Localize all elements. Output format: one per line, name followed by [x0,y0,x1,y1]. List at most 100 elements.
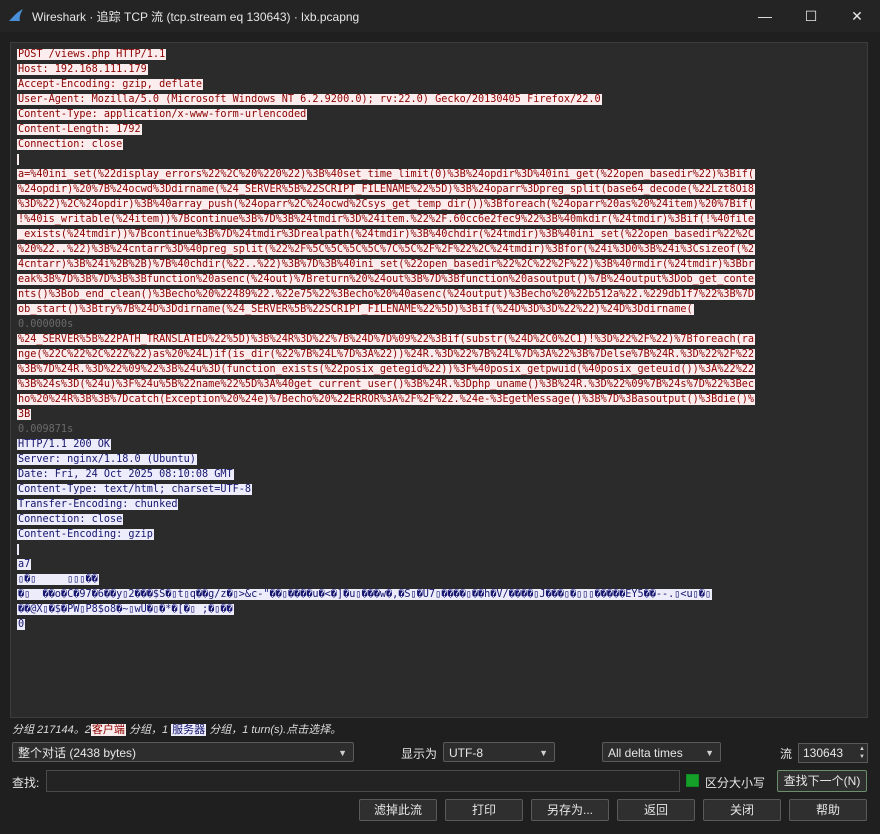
server-line: 0 [17,617,863,632]
client-line: %24_SERVER%5B%22PATH_TRANSLATED%22%5D)%3… [17,332,863,347]
client-line: Host: 192.168.111.179 [17,62,863,77]
client-line: nge(%22C%22%2C%22Z%22)as%20%24L)if(is_di… [17,347,863,362]
back-button[interactable]: 返回 [617,799,695,821]
case-sensitive-label: 区分大小写 [705,776,766,790]
chevron-down-icon: ▼ [539,748,548,758]
line-text: 0 [17,619,26,630]
line-text: Accept-Encoding: gzip, deflate [17,79,204,90]
show-as-label: 显示为 [401,747,438,761]
client-line: 4cntarr)%3B%24i%2B%2B)%7B%40chdir(%22..%… [17,257,863,272]
line-text: Content-Type: text/html; charset=UTF-8 [17,484,253,495]
print-button[interactable]: 打印 [445,799,523,821]
line-text: ob_start()%3Btry%7B%24D%3Ddirname(%24_SE… [17,304,694,315]
line-text: User-Agent: Mozilla/5.0 (Microsoft Windo… [17,94,602,105]
line-text: Content-Encoding: gzip [17,529,154,540]
chevron-down-icon: ▼ [705,748,714,758]
close-icon: ✕ [851,8,863,24]
filter-out-button[interactable]: 滤掉此流 [359,799,437,821]
line-text: %3B%7D%24R.%3D%22%09%22%3B%24u%3D(functi… [17,364,756,375]
line-text: ��@X▯�$�PW▯P8$o8�~▯wU�▯�*�[�▯ ;�▯�� [17,604,234,615]
client-line: ob_start()%3Btry%7B%24D%3Ddirname(%24_SE… [17,302,863,317]
client-line: eak%3B%7D%3B%7D%3B%3Bfunction%20asenc(%2… [17,272,863,287]
line-text: %3D%22)%2C%24opdir)%3B%40array_push(%24o… [17,199,756,210]
line-text: %24_SERVER%5B%22PATH_TRANSLATED%22%5D)%3… [17,334,756,345]
line-text: Content-Type: application/x-www-form-url… [17,109,308,120]
line-text: Host: 192.168.111.179 [17,64,148,75]
spin-up-icon[interactable]: ▲ [859,745,865,753]
client-line: %3B%24s%3D(%24u)%3F%24u%5B%22name%22%5D%… [17,377,863,392]
timestamp-line: 0.000000s [17,317,863,332]
line-text: �▯ ��o�C�97�6��y▯2���$S�▯t▯q��g/z�▯>&c-"… [17,589,713,600]
line-text: Connection: close [17,514,124,525]
client-packets-badge: 客户端 [90,724,126,736]
line-text: ▯�▯ ▯▯▯�� [17,574,99,585]
stream-text-area[interactable]: POST /views.php HTTP/1.1 Host: 192.168.11… [10,42,868,718]
line-text: Transfer-Encoding: chunked [17,499,179,510]
server-line: Date: Fri, 24 Oct 2025 08:10:08 GMT [17,467,863,482]
find-label: 查找: [12,776,40,790]
save-as-button[interactable]: 另存为... [531,799,609,821]
server-line: Transfer-Encoding: chunked [17,497,863,512]
client-line: a=%40ini_set(%22display_errors%22%2C%20%… [17,167,863,182]
line-text: Content-Length: 1792 [17,124,142,135]
line-text: 0.000000s [18,319,74,330]
server-line: Content-Encoding: gzip [17,527,863,542]
status-suffix: 分组，1 turn(s).点击选择。 [209,724,342,736]
line-text [17,154,19,165]
server-line: ▯�▯ ▯▯▯�� [17,572,863,587]
timestamp-line: 0.009871s [17,422,863,437]
client-line: POST /views.php HTTP/1.1 [17,47,863,62]
line-text: %3B%24s%3D(%24u)%3F%24u%5B%22name%22%5D%… [17,379,756,390]
server-line: a7 [17,557,863,572]
line-text: nts()%3Bob_end_clean()%3Becho%20%22489%2… [17,289,756,300]
stream-number-spinbox[interactable]: 130643 ▲ ▼ [798,743,868,763]
line-text: a=%40ini_set(%22display_errors%22%2C%20%… [17,169,756,180]
find-next-button[interactable]: 查找下一个(N) [777,770,867,792]
conversation-value: 整个对话 (2438 bytes) [18,746,137,760]
encoding-value: UTF-8 [449,746,483,760]
server-line: ��@X▯�$�PW▯P8$o8�~▯wU�▯�*�[�▯ ;�▯�� [17,602,863,617]
line-text: !%40is_writable(%24item))%7Bcontinue%3B%… [17,214,756,225]
encoding-select[interactable]: UTF-8 ▼ [443,742,555,762]
line-text: HTTP/1.1 200 OK [17,439,112,450]
server-line: Connection: close [17,512,863,527]
case-sensitive-checkbox[interactable] [686,774,699,787]
status-line: 分组 217144。2客户端 分组，1 服务器 分组，1 turn(s).点击选… [12,721,341,737]
minimize-button[interactable]: — [742,0,788,32]
line-text: a7 [17,559,32,570]
client-line: %24opdir)%20%7B%24ocwd%3Ddirname(%24_SER… [17,182,863,197]
line-text: Server: nginx/1.18.0 (Ubuntu) [17,454,197,465]
status-prefix: 分组 217144。2 [12,724,91,736]
minimize-icon: — [758,8,772,24]
delta-select[interactable]: All delta times ▼ [602,742,721,762]
client-line: User-Agent: Mozilla/5.0 (Microsoft Windo… [17,92,863,107]
close-button[interactable]: 关闭 [703,799,781,821]
line-text: _exists(%24tmdir))%7Bcontinue%3B%7D%24tm… [17,229,756,240]
line-text: 4cntarr)%3B%24i%2B%2B)%7B%40chdir(%22..%… [17,259,756,270]
spin-down-icon[interactable]: ▼ [859,753,865,761]
client-line [17,152,863,167]
client-line: Content-Length: 1792 [17,122,863,137]
client-line: %20%22..%22)%3B%24cntarr%3D%40preg_split… [17,242,863,257]
maximize-icon: ☐ [804,8,818,24]
line-text: nge(%22C%22%2C%22Z%22)as%20%24L)if(is_di… [17,349,756,360]
stream-lines: POST /views.php HTTP/1.1 Host: 192.168.11… [17,47,863,632]
help-button[interactable]: 帮助 [789,799,867,821]
client-line: 3B [17,407,863,422]
client-line: _exists(%24tmdir))%7Bcontinue%3B%7D%24tm… [17,227,863,242]
client-line: !%40is_writable(%24item))%7Bcontinue%3B%… [17,212,863,227]
stream-label: 流 [780,747,793,761]
find-input[interactable] [46,770,680,792]
client-line: Connection: close [17,137,863,152]
maximize-button[interactable]: ☐ [788,0,834,32]
status-mid: 分组，1 [128,724,169,736]
server-line: �▯ ��o�C�97�6��y▯2���$S�▯t▯q��g/z�▯>&c-"… [17,587,863,602]
line-text: eak%3B%7D%3B%7D%3B%3Bfunction%20asenc(%2… [17,274,756,285]
client-line: %3B%7D%24R.%3D%22%09%22%3B%24u%3D(functi… [17,362,863,377]
chevron-down-icon: ▼ [338,748,347,758]
server-line: HTTP/1.1 200 OK [17,437,863,452]
server-line: Server: nginx/1.18.0 (Ubuntu) [17,452,863,467]
stream-number-value: 130643 [803,746,844,760]
conversation-select[interactable]: 整个对话 (2438 bytes) ▼ [12,742,354,762]
close-window-button[interactable]: ✕ [834,0,880,32]
